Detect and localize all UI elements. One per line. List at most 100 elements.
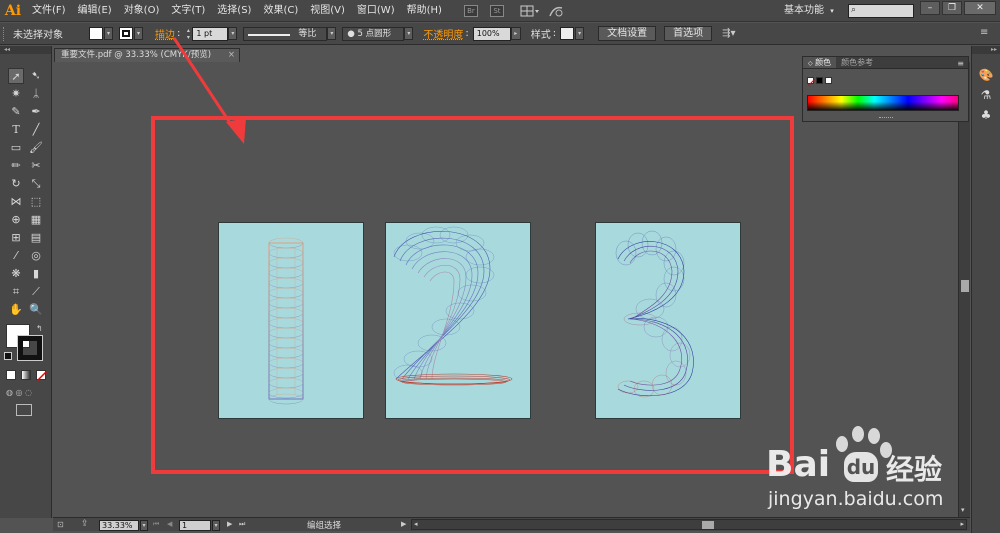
align-menu-icon[interactable]: ⇶▾ [722, 28, 735, 39]
last-artboard-icon[interactable]: ⏭ [239, 520, 245, 529]
help-search-input[interactable]: ⌕ [848, 4, 914, 18]
black-swatch[interactable] [816, 77, 823, 84]
fill-dropdown[interactable]: ▾ [104, 27, 113, 40]
hand-tool-icon[interactable]: ✋ [8, 302, 24, 318]
graphic-style-dropdown[interactable]: ▾ [575, 27, 585, 40]
stock-icon[interactable]: St [489, 4, 504, 17]
panel-options-icon[interactable]: ≡ [957, 59, 968, 68]
pencil-tool-icon[interactable]: ✏ [8, 158, 24, 174]
brushes-panel-dock-icon[interactable]: ⚗ [977, 88, 995, 104]
horizontal-scroll-thumb[interactable] [702, 521, 714, 529]
none-mode-icon[interactable] [36, 370, 48, 382]
tab-color-guide[interactable]: 颜色参考 [836, 57, 878, 68]
menu-object[interactable]: 对象(O) [118, 0, 166, 22]
stroke-dropdown[interactable]: ▾ [134, 27, 143, 40]
previous-artboard-icon[interactable]: ◀ [167, 520, 172, 528]
control-bar-grip[interactable] [3, 26, 7, 41]
menu-help[interactable]: 帮助(H) [401, 0, 448, 22]
slice-tool-icon[interactable]: ⟋ [28, 284, 44, 300]
swap-fill-stroke-icon[interactable]: ↰ [36, 324, 43, 333]
vertical-scroll-thumb[interactable] [961, 280, 969, 292]
eyedropper-tool-icon[interactable]: ⁄ [8, 248, 24, 264]
menu-window[interactable]: 窗口(W) [351, 0, 401, 22]
arrange-documents-icon[interactable] [520, 5, 539, 17]
minimize-button[interactable]: – [920, 1, 940, 15]
menu-effect[interactable]: 效果(C) [257, 0, 304, 22]
zoom-tool-icon[interactable]: 🔍 [28, 302, 44, 318]
lasso-tool-icon[interactable]: ᛦ [28, 86, 44, 102]
selection-tool-icon[interactable]: ➚ [8, 68, 24, 84]
line-segment-tool-icon[interactable]: ╱ [28, 122, 44, 138]
red-highlight-box [151, 116, 794, 474]
paintbrush-tool-icon[interactable]: 🖌 [28, 140, 44, 156]
curvature-tool-icon[interactable]: ✒ [28, 104, 44, 120]
status-options-icon[interactable]: ⊡ [57, 520, 64, 529]
horizontal-scrollbar[interactable]: ◂ ▸ [411, 519, 967, 530]
profile-dropdown[interactable]: ▾ [327, 27, 337, 40]
zoom-dropdown-icon[interactable]: ▾ [140, 520, 148, 531]
rectangle-tool-icon[interactable]: ▭ [8, 140, 24, 156]
width-tool-icon[interactable]: ⋈ [8, 194, 24, 210]
shape-builder-tool-icon[interactable]: ⊕ [8, 212, 24, 228]
workspace-switcher[interactable]: 基本功能 ▾ [784, 0, 834, 22]
menu-type[interactable]: 文字(T) [165, 0, 211, 22]
direct-selection-tool-icon[interactable]: ➷ [28, 68, 44, 84]
perspective-grid-tool-icon[interactable]: ▦ [28, 212, 44, 228]
menu-file[interactable]: 文件(F) [26, 0, 72, 22]
symbols-panel-dock-icon[interactable]: ♣ [977, 108, 995, 124]
preferences-button[interactable]: 首选项 [664, 26, 713, 41]
document-setup-button[interactable]: 文档设置 [598, 26, 657, 41]
artboard-tool-icon[interactable]: ⌗ [8, 284, 24, 300]
panel-menu-icon[interactable]: ≡ [980, 27, 988, 38]
panel-resize-grip[interactable] [879, 117, 893, 119]
menu-select[interactable]: 选择(S) [211, 0, 257, 22]
gradient-tool-icon[interactable]: ▤ [28, 230, 44, 246]
fill-swatch[interactable] [89, 27, 103, 40]
scissors-tool-icon[interactable]: ✂ [28, 158, 44, 174]
column-graph-tool-icon[interactable]: ▮ [28, 266, 44, 282]
none-swatch[interactable] [807, 77, 816, 87]
share-icon[interactable]: ⇪ [81, 519, 89, 529]
brush-definition[interactable]: ● 5 点圆形 [342, 26, 405, 41]
type-tool-icon[interactable]: T [8, 122, 24, 138]
next-artboard-icon[interactable]: ▶ [227, 520, 232, 528]
status-menu-icon[interactable]: ▶ [401, 520, 406, 528]
first-artboard-icon[interactable]: ⏮ [153, 520, 159, 529]
close-button[interactable]: ✕ [964, 1, 996, 15]
magic-wand-tool-icon[interactable]: ✷ [8, 86, 24, 102]
color-mode-icon[interactable] [6, 370, 16, 380]
artboard-number-field[interactable]: 1 [179, 520, 211, 531]
color-panel-dock-icon[interactable]: 🎨 [977, 68, 995, 84]
draw-mode-icon[interactable]: ◍ ◎ ◌ [6, 388, 46, 398]
gradient-mode-icon[interactable] [21, 370, 31, 380]
color-spectrum-bar[interactable] [807, 95, 959, 111]
graphic-style-swatch[interactable] [560, 27, 575, 40]
scroll-left-icon[interactable]: ◂ [414, 520, 418, 528]
opacity-field[interactable]: 100% [472, 26, 511, 41]
selection-status: 未选择对象 [13, 30, 63, 41]
menu-edit[interactable]: 编辑(E) [72, 0, 118, 22]
mesh-tool-icon[interactable]: ⊞ [8, 230, 24, 246]
zoom-field[interactable]: 33.33% [99, 520, 139, 531]
opacity-dropdown[interactable]: ▸ [510, 27, 521, 40]
bridge-icon[interactable]: Br [463, 4, 478, 17]
symbol-sprayer-tool-icon[interactable]: ❋ [8, 266, 24, 282]
white-swatch[interactable] [825, 77, 832, 84]
blend-tool-icon[interactable]: ◎ [28, 248, 44, 264]
opacity-label[interactable]: 不透明度 [423, 26, 463, 41]
restore-button[interactable]: ❐ [942, 1, 962, 15]
scale-tool-icon[interactable]: ⤡ [28, 176, 44, 192]
rotate-tool-icon[interactable]: ↻ [8, 176, 24, 192]
menu-view[interactable]: 视图(V) [304, 0, 351, 22]
brush-dropdown[interactable]: ▾ [404, 27, 414, 40]
tab-color[interactable]: ◇ 颜色 [803, 57, 837, 68]
free-transform-tool-icon[interactable]: ⬚ [28, 194, 44, 210]
screen-mode-icon[interactable] [16, 404, 32, 416]
default-colors-icon[interactable] [4, 352, 12, 360]
stroke-swatch[interactable] [119, 27, 133, 40]
gpu-performance-icon[interactable] [548, 4, 566, 18]
scroll-right-icon[interactable]: ▸ [960, 520, 964, 528]
stroke-color-box[interactable] [17, 335, 43, 361]
artboard-dropdown-icon[interactable]: ▾ [212, 520, 220, 531]
pen-tool-icon[interactable]: ✎ [8, 104, 24, 120]
